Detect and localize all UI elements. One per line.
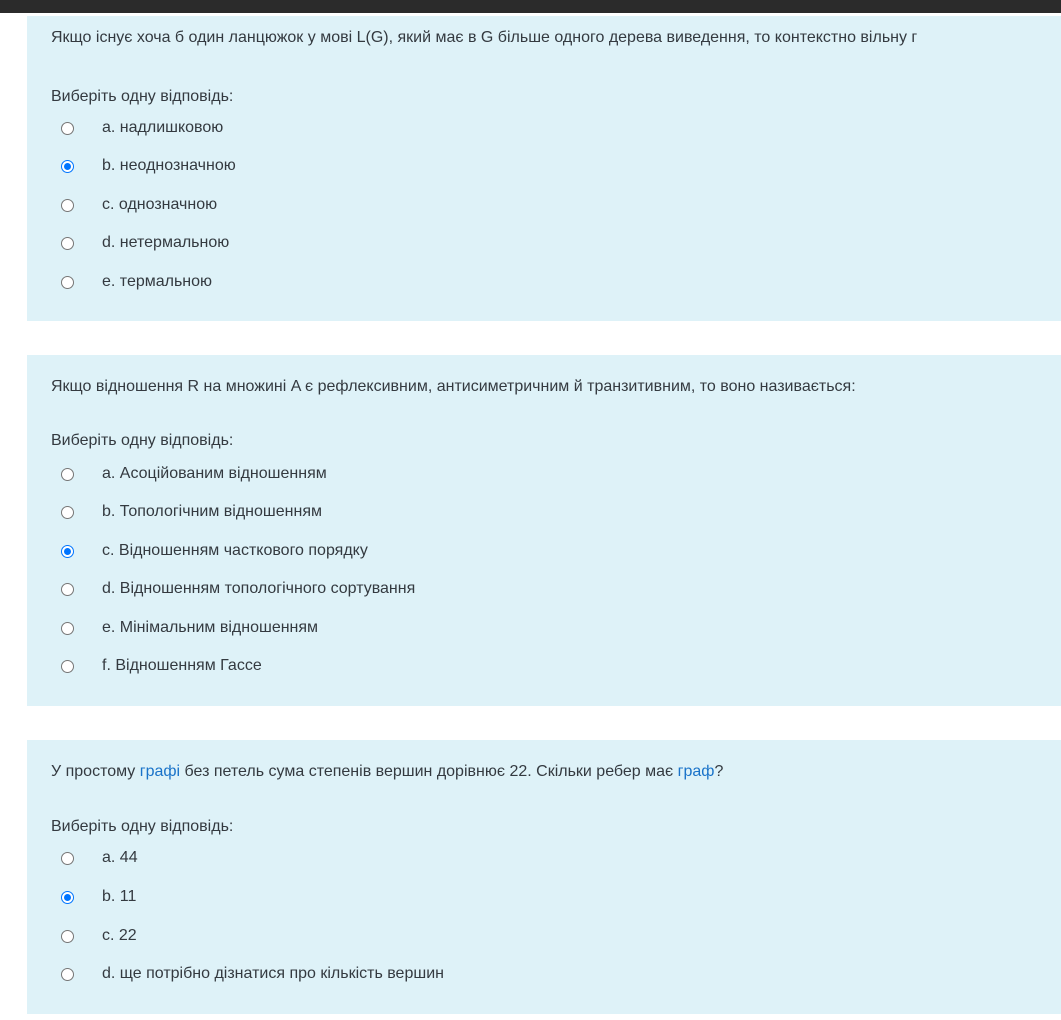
option-label: b. неоднозначною [102, 157, 236, 174]
question-text-part: без петель сума степенів вершин дорівнює… [180, 763, 678, 780]
question-card-2: Якщо відношення R на множині A є рефлекс… [27, 355, 1061, 706]
top-bar [0, 0, 1061, 13]
question-text: У простому графі без петель сума степені… [51, 762, 723, 782]
radio-button[interactable] [61, 505, 74, 519]
option-label: a. 44 [102, 849, 138, 866]
option-label: b. Топологічним відношенням [102, 503, 322, 520]
radio-button-checked[interactable] [61, 890, 74, 904]
option-label: c. однозначною [102, 196, 218, 213]
radio-button[interactable] [61, 967, 74, 981]
option-c[interactable]: c. Відношенням часткового порядку [51, 539, 951, 563]
radio-button[interactable] [61, 467, 74, 481]
glossary-link-graph[interactable]: граф [678, 763, 715, 780]
option-e[interactable]: e. Мінімальним відношенням [51, 616, 951, 640]
glossary-link-graph[interactable]: графі [140, 763, 180, 780]
question-card-1: Якщо існує хоча б один ланцюжок у мові L… [27, 16, 1061, 321]
radio-button[interactable] [61, 621, 74, 635]
option-f[interactable]: f. Відношенням Гассе [51, 654, 951, 678]
question-text-part: У простому [51, 763, 140, 780]
option-d[interactable]: d. нетермальною [51, 231, 951, 255]
option-c[interactable]: c. однозначною [51, 193, 951, 217]
option-b[interactable]: b. 11 [51, 885, 951, 909]
option-label: e. термальною [102, 273, 213, 290]
radio-button[interactable] [61, 851, 74, 865]
option-a[interactable]: a. Асоційованим відношенням [51, 462, 951, 486]
option-label: a. надлишковою [102, 119, 224, 136]
option-d[interactable]: d. Відношенням топологічного сортування [51, 577, 951, 601]
option-d[interactable]: d. ще потрібно дізнатися про кількість в… [51, 962, 951, 986]
option-label: e. Мінімальним відношенням [102, 619, 319, 636]
answer-prompt: Виберіть одну відповідь: [51, 432, 234, 449]
option-label: c. 22 [102, 927, 137, 944]
option-label: d. Відношенням топологічного сортування [102, 580, 416, 597]
radio-button-checked[interactable] [61, 159, 74, 173]
option-label: d. ще потрібно дізнатися про кількість в… [102, 965, 444, 982]
answer-prompt: Виберіть одну відповідь: [51, 88, 234, 105]
option-e[interactable]: e. термальною [51, 270, 951, 294]
radio-button-checked[interactable] [61, 544, 74, 558]
option-label: b. 11 [102, 888, 137, 905]
option-c[interactable]: c. 22 [51, 924, 951, 948]
question-text: Якщо існує хоча б один ланцюжок у мові L… [51, 29, 918, 46]
option-label: a. Асоційованим відношенням [102, 465, 327, 482]
radio-button[interactable] [61, 275, 74, 289]
question-text-part: ? [714, 763, 724, 780]
answer-prompt: Виберіть одну відповідь: [51, 818, 234, 835]
question-card-3: У простому графі без петель сума степені… [27, 740, 1061, 1014]
radio-button[interactable] [61, 659, 74, 673]
radio-button[interactable] [61, 929, 74, 943]
option-a[interactable]: a. 44 [51, 846, 951, 870]
option-label: c. Відношенням часткового порядку [102, 542, 368, 559]
option-b[interactable]: b. Топологічним відношенням [51, 500, 951, 524]
question-text: Якщо відношення R на множині A є рефлекс… [51, 378, 856, 395]
option-label: f. Відношенням Гассе [102, 657, 262, 674]
option-b[interactable]: b. неоднозначною [51, 154, 951, 178]
radio-button[interactable] [61, 121, 74, 135]
option-label: d. нетермальною [102, 234, 230, 251]
option-a[interactable]: a. надлишковою [51, 116, 951, 140]
radio-button[interactable] [61, 236, 74, 250]
radio-button[interactable] [61, 582, 74, 596]
radio-button[interactable] [61, 198, 74, 212]
